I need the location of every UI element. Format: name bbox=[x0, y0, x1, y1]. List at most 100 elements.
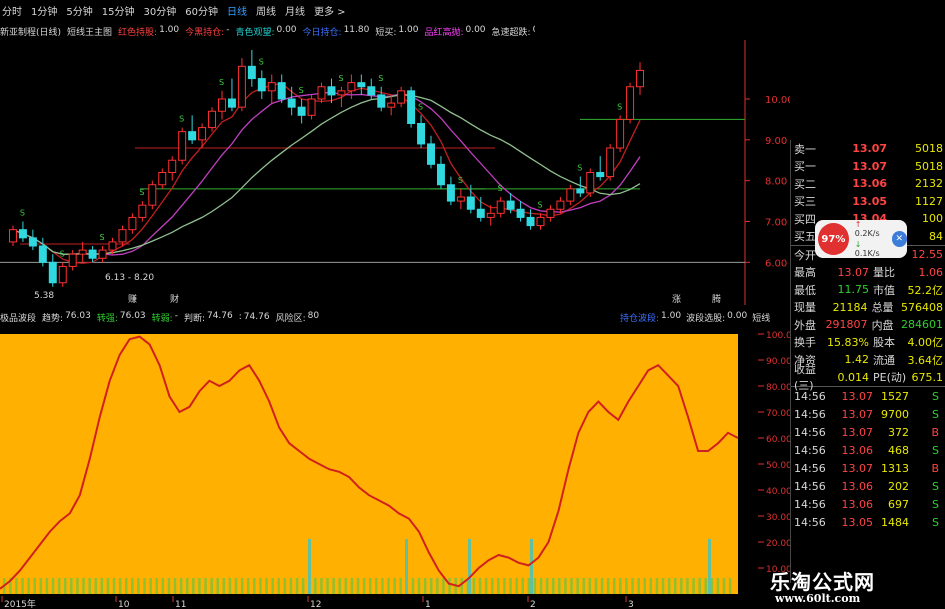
stat-label: 总量 bbox=[871, 301, 894, 315]
candle-body bbox=[586, 172, 595, 194]
stat-label: 现量 bbox=[794, 301, 816, 315]
period-tab[interactable]: 60分钟 bbox=[185, 3, 218, 18]
volume-tick bbox=[64, 578, 67, 594]
candle-body bbox=[128, 216, 137, 231]
volume-tick bbox=[423, 578, 427, 594]
stat-label: 股本 bbox=[873, 336, 895, 350]
watermark-url: www.60lt.com bbox=[775, 592, 861, 605]
order-price: 13.06 bbox=[852, 177, 887, 191]
period-tab[interactable]: 月线 bbox=[285, 3, 305, 18]
volume-tick bbox=[716, 578, 720, 594]
period-tab[interactable]: 15分钟 bbox=[102, 3, 135, 18]
upload-arrow-icon: ↑ bbox=[854, 220, 862, 229]
candle-body bbox=[367, 86, 376, 96]
stat-row: 收益(三) 0.014 PE(动) 675.1 bbox=[791, 363, 945, 392]
candle-body bbox=[556, 200, 565, 210]
signal-marker: S bbox=[60, 249, 65, 258]
indicator-name: 短线 bbox=[752, 313, 771, 324]
price-tick-label: 10.00 bbox=[765, 95, 790, 106]
period-tab[interactable]: 5分钟 bbox=[66, 3, 92, 18]
order-volume: 5018 bbox=[915, 159, 943, 173]
indicator-name: 新亚制程(日线) bbox=[0, 27, 62, 38]
volume-tick bbox=[149, 578, 152, 594]
osc-tick-label: 20.00 bbox=[766, 539, 790, 549]
tick-volume: 468 bbox=[888, 443, 909, 457]
price-tick-label: 6.00 bbox=[765, 258, 787, 269]
candle-body bbox=[88, 249, 97, 259]
volume-tick bbox=[698, 578, 701, 594]
chart-annotation: 财 bbox=[170, 293, 179, 305]
volume-tick bbox=[167, 578, 171, 594]
volume-tick bbox=[94, 578, 97, 594]
candle-body bbox=[158, 172, 167, 186]
candlestick-chart[interactable]: 10.00 9.00 8.00 7.00 6.00 S S S S S S S S S S S S S S S S 5.3… bbox=[0, 40, 790, 305]
boost-icon[interactable]: ✕ bbox=[891, 231, 907, 247]
period-tab[interactable]: 日线 bbox=[227, 3, 247, 18]
tick-price: 13.07 bbox=[841, 389, 874, 403]
volume-tick bbox=[704, 578, 707, 594]
candle-body bbox=[536, 216, 545, 227]
order-label: 买一 bbox=[794, 160, 816, 174]
order-label: 买三 bbox=[794, 195, 816, 209]
volume-tick bbox=[399, 578, 402, 594]
stat-value: 3.64亿 bbox=[907, 353, 944, 367]
oscillator-chart[interactable]: 100.00 90.00 80.00 70.00 60.00 50.00 40.00 30.0… bbox=[0, 326, 790, 609]
period-tab[interactable]: 周线 bbox=[256, 3, 276, 18]
volume-tick bbox=[661, 578, 665, 594]
volume-tick bbox=[234, 578, 238, 594]
period-tab[interactable]: 1分钟 bbox=[31, 3, 57, 18]
signal-marker: S bbox=[577, 164, 582, 173]
indicator-item: 今日持仓: 11.80 bbox=[303, 25, 370, 38]
period-tab[interactable]: 分时 bbox=[2, 3, 22, 18]
memory-usage-badge[interactable]: 97% bbox=[818, 223, 849, 255]
order-book-row[interactable]: 卖一 13.07 5018 bbox=[791, 140, 945, 158]
volume-tick bbox=[82, 578, 85, 594]
indicator-value: 0.00 bbox=[727, 310, 748, 321]
tick-row: 14:56 13.06 468 S bbox=[791, 441, 945, 459]
order-label: 买二 bbox=[794, 177, 816, 191]
stat-value: 576408 bbox=[900, 300, 943, 314]
volume-tick bbox=[39, 578, 43, 594]
volume-tick bbox=[216, 578, 219, 594]
tick-time: 14:56 bbox=[794, 443, 826, 457]
candle-body bbox=[198, 127, 207, 141]
indicator-value: 74.76 bbox=[206, 310, 233, 321]
order-book-row[interactable]: 买一 13.07 5018 bbox=[791, 158, 945, 176]
volume-tick bbox=[70, 578, 73, 594]
volume-tick bbox=[186, 578, 189, 594]
candle-body bbox=[208, 110, 217, 129]
network-speed-widget[interactable]: 97% ↑ 0.2K/s ↓ 0.1K/s ✕ bbox=[815, 220, 907, 258]
candle-body bbox=[188, 131, 197, 141]
period-tab[interactable]: 更多 > bbox=[314, 3, 346, 18]
period-tab[interactable]: 30分钟 bbox=[143, 3, 176, 18]
stat-row: 最低 11.75 市值 52.2亿 bbox=[791, 281, 945, 299]
tick-row: 14:56 13.06 202 S bbox=[791, 477, 945, 495]
indicator-name: 判断: bbox=[183, 313, 205, 324]
volume-tick bbox=[332, 578, 335, 594]
tick-row: 14:56 13.06 697 S bbox=[791, 495, 945, 513]
signal-marker: S bbox=[259, 57, 264, 66]
candle-body bbox=[616, 118, 625, 149]
indicator-name: 青色观望: bbox=[235, 27, 275, 38]
volume-tick bbox=[155, 578, 158, 594]
indicator-item: 短线王主图 bbox=[67, 25, 112, 38]
upload-speed: 0.2K/s bbox=[854, 229, 880, 238]
tick-volume: 697 bbox=[888, 497, 909, 511]
order-label: 卖一 bbox=[794, 142, 816, 156]
tick-list: 14:56 13.07 1527 S 14:56 13.07 9700 S 14:56 13.07… bbox=[791, 387, 945, 531]
volume-tick bbox=[448, 578, 451, 594]
order-book-row[interactable]: 买三 13.05 1127 bbox=[791, 193, 945, 211]
tick-volume: 372 bbox=[888, 425, 909, 439]
tick-direction: S bbox=[932, 389, 939, 403]
signal-bar bbox=[308, 539, 311, 594]
volume-tick bbox=[76, 578, 79, 594]
tick-direction: B bbox=[931, 461, 939, 475]
order-book-row[interactable]: 买二 13.06 2132 bbox=[791, 175, 945, 193]
tick-price: 13.07 bbox=[841, 461, 874, 475]
volume-tick bbox=[131, 578, 134, 594]
tick-direction: S bbox=[932, 443, 939, 457]
tick-row: 14:56 13.07 9700 S bbox=[791, 405, 945, 423]
period-bar: 分时 1分钟 5分钟 15分钟 30分钟 60分钟 日线 周线 月线 更多 > bbox=[0, 0, 790, 20]
tick-time: 14:56 bbox=[794, 461, 826, 475]
stats-table: 今开 12.55 最高 13.07 量比 1.06 最低 11.75 市值 52.2亿 现量 2118… bbox=[791, 246, 945, 392]
